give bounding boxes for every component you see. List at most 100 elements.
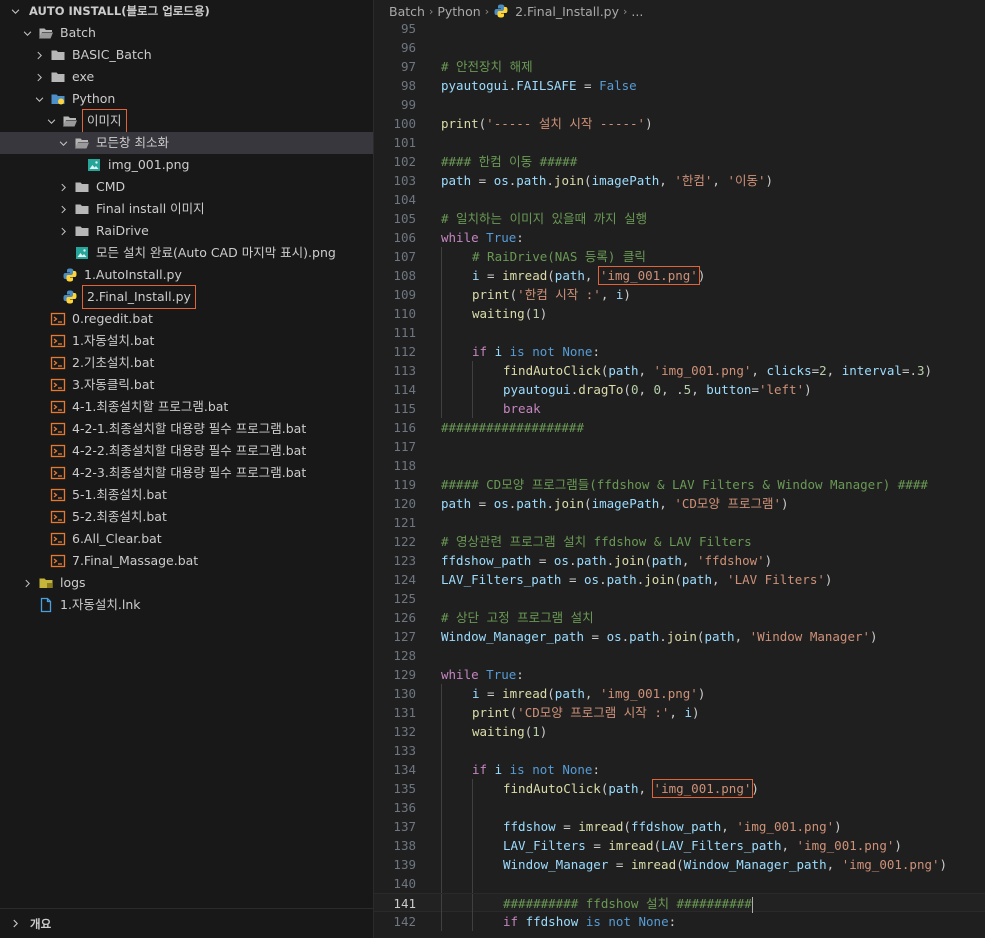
code-line[interactable]: 99 [374, 95, 985, 114]
explorer-section-header[interactable]: AUTO INSTALL(블로그 업로드용) [0, 0, 373, 22]
code-line[interactable]: 117 [374, 437, 985, 456]
code-lines[interactable]: 95 96 97 # 안전장치 해제 98 pyautogui.FAILSAFE = Fa… [374, 19, 985, 931]
tree-item[interactable]: 2.기초설치.bat [0, 352, 373, 374]
chevron-right-icon[interactable] [56, 224, 70, 238]
code-line[interactable]: 142 if ffdshow is not None: [374, 912, 985, 931]
code-line[interactable]: 126 # 상단 고정 프로그램 설치 [374, 608, 985, 627]
tree-item[interactable]: logs [0, 572, 373, 594]
code-line[interactable]: 103 path = os.path.join(imagePath, '한컴', … [374, 171, 985, 190]
tree-item[interactable]: 1.자동설치.lnk [0, 594, 373, 616]
code-line[interactable]: 131 print('CD모양 프로그램 시작 :', i) [374, 703, 985, 722]
line-number: 136 [393, 800, 416, 815]
code-line[interactable]: 105 # 일치하는 이미지 있을때 까지 실행 [374, 209, 985, 228]
code-line[interactable]: 122 # 영상관련 프로그램 설치 ffdshow & LAV Filters [374, 532, 985, 551]
code-line[interactable]: 125 [374, 589, 985, 608]
tree-item[interactable]: CMD [0, 176, 373, 198]
tree-item[interactable]: 4-2-1.최종설치할 대용량 필수 프로그램.bat [0, 418, 373, 440]
code-line[interactable]: 104 [374, 190, 985, 209]
code-line[interactable]: 129 while True: [374, 665, 985, 684]
chevron-down-icon[interactable] [32, 92, 46, 106]
tree-item[interactable]: 모든창 최소화 [0, 132, 373, 154]
tree-item[interactable]: exe [0, 66, 373, 88]
code-line[interactable]: 101 [374, 133, 985, 152]
chevron-down-icon[interactable] [56, 136, 70, 150]
code-line[interactable]: 100 print('----- 설치 시작 -----') [374, 114, 985, 133]
code-line[interactable]: 141 ########## ffdshow 설치 ########## [374, 893, 985, 913]
tree-item[interactable]: img_001.png [0, 154, 373, 176]
code-line[interactable]: 132 waiting(1) [374, 722, 985, 741]
code-line[interactable]: 102 #### 한컴 이동 ##### [374, 152, 985, 171]
chevron-right-icon[interactable] [32, 48, 46, 62]
code-line[interactable]: 123 ffdshow_path = os.path.join(path, 'ff… [374, 551, 985, 570]
chevron-right-icon[interactable] [56, 202, 70, 216]
code-editor[interactable]: Batch › Python › 2.Final_Install.py ›... 95 96… [374, 0, 985, 938]
tree-item[interactable]: 이미지 [0, 109, 373, 133]
code-line[interactable]: 121 [374, 513, 985, 532]
tree-item[interactable]: 7.Final_Massage.bat [0, 550, 373, 572]
chevron-down-icon[interactable] [20, 26, 34, 40]
tree-item[interactable]: 0.regedit.bat [0, 308, 373, 330]
tree-item[interactable]: Batch [0, 22, 373, 44]
tree-item[interactable]: Final install 이미지 [0, 198, 373, 220]
tree-item[interactable]: 4-2-2.최종설치할 대용량 필수 프로그램.bat [0, 440, 373, 462]
code-line[interactable]: 136 [374, 798, 985, 817]
tree-item[interactable]: 4-2-3.최종설치할 대용량 필수 프로그램.bat [0, 462, 373, 484]
code-line[interactable]: 139 Window_Manager = imread(Window_Manage… [374, 855, 985, 874]
code-line[interactable]: 140 [374, 874, 985, 893]
code-line[interactable]: 120 path = os.path.join(imagePath, 'CD모양 … [374, 494, 985, 513]
tree-item[interactable]: BASIC_Batch [0, 44, 373, 66]
tree-item[interactable]: 모든 설치 완료(Auto CAD 마지막 표시).png [0, 242, 373, 264]
code-line[interactable]: 108 i = imread(path, 'img_001.png') [374, 266, 985, 285]
tree-item[interactable]: Python [0, 88, 373, 110]
code-line[interactable]: 114 pyautogui.dragTo(0, 0, .5, button='le… [374, 380, 985, 399]
code-line[interactable]: 111 [374, 323, 985, 342]
code-line[interactable]: 98 pyautogui.FAILSAFE = False [374, 76, 985, 95]
code-line[interactable]: 118 [374, 456, 985, 475]
breadcrumb-item[interactable]: 2.Final_Install.py [515, 4, 619, 19]
chevron-right-icon[interactable] [20, 576, 34, 590]
code-line[interactable]: 116 ################### [374, 418, 985, 437]
code-line[interactable]: 137 ffdshow = imread(ffdshow_path, 'img_0… [374, 817, 985, 836]
code-text: LAV_Filters = imread(LAV_Filters_path, '… [503, 836, 902, 855]
breadcrumb-item[interactable]: Batch [389, 4, 425, 19]
chevron-down-icon[interactable] [44, 114, 58, 128]
code-line[interactable]: 115 break [374, 399, 985, 418]
tree-item[interactable]: 5-2.최종설치.bat [0, 506, 373, 528]
tree-item[interactable]: 2.Final_Install.py [0, 285, 373, 309]
code-line[interactable]: 138 LAV_Filters = imread(LAV_Filters_path… [374, 836, 985, 855]
tree-item[interactable]: 4-1.최종설치할 프로그램.bat [0, 396, 373, 418]
explorer-sidebar: AUTO INSTALL(블로그 업로드용) Batch BASIC_Batch e… [0, 0, 374, 938]
code-line[interactable]: 128 [374, 646, 985, 665]
breadcrumb-item[interactable]: Python [437, 4, 480, 19]
code-token: , [659, 173, 675, 188]
code-line[interactable]: 110 waiting(1) [374, 304, 985, 323]
chevron-right-icon[interactable] [56, 180, 70, 194]
code-line[interactable]: 112 if i is not None: [374, 342, 985, 361]
code-token: , . [661, 382, 684, 397]
tree-item[interactable]: 1.자동설치.bat [0, 330, 373, 352]
code-line[interactable]: 109 print('한컴 시작 :', i) [374, 285, 985, 304]
line-number: 129 [393, 667, 416, 682]
code-line[interactable]: 113 findAutoClick(path, 'img_001.png', cl… [374, 361, 985, 380]
tree-item[interactable]: 5-1.최종설치.bat [0, 484, 373, 506]
code-line[interactable]: 119 ##### CD모양 프로그램들(ffdshow & LAV Filter… [374, 475, 985, 494]
code-line[interactable]: 124 LAV_Filters_path = os.path.join(path,… [374, 570, 985, 589]
code-line[interactable]: 135 findAutoClick(path, 'img_001.png') [374, 779, 985, 798]
tree-item[interactable]: 1.AutoInstall.py [0, 264, 373, 286]
code-line[interactable]: 133 [374, 741, 985, 760]
code-line[interactable]: 107 # RaiDrive(NAS 등록) 클릭 [374, 247, 985, 266]
breadcrumb-item[interactable]: ... [631, 4, 643, 19]
code-line[interactable]: 134 if i is not None: [374, 760, 985, 779]
chevron-right-icon[interactable] [32, 70, 46, 84]
code-line[interactable]: 106 while True: [374, 228, 985, 247]
code-line[interactable]: 130 i = imread(path, 'img_001.png') [374, 684, 985, 703]
code-line[interactable]: 127 Window_Manager_path = os.path.join(pa… [374, 627, 985, 646]
tree-item[interactable]: 3.자동클릭.bat [0, 374, 373, 396]
outline-section-header[interactable]: 개요 [0, 908, 373, 938]
code-line[interactable]: 95 [374, 19, 985, 38]
tree-item[interactable]: 6.All_Clear.bat [0, 528, 373, 550]
code-line[interactable]: 97 # 안전장치 해제 [374, 57, 985, 76]
code-text: while True: [441, 228, 524, 247]
code-line[interactable]: 96 [374, 38, 985, 57]
tree-item[interactable]: RaiDrive [0, 220, 373, 242]
